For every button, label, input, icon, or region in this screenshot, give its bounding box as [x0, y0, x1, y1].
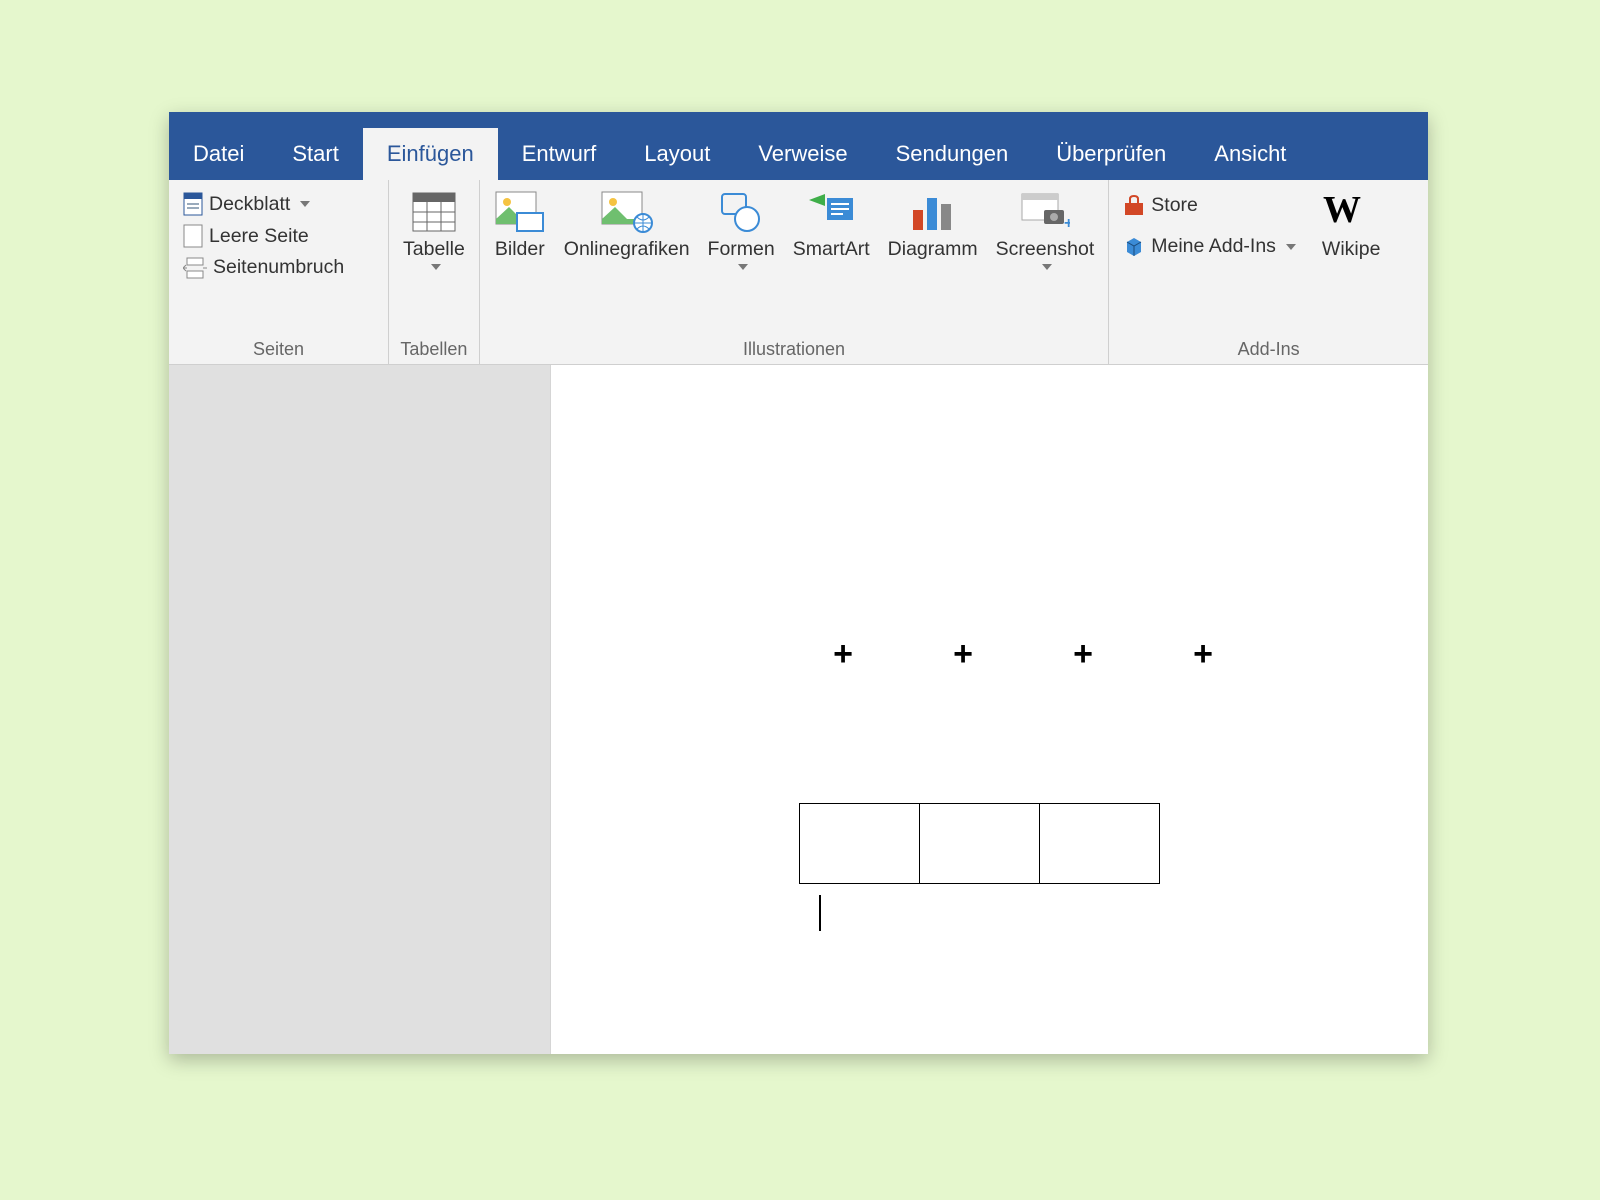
wikipedia-icon: W — [1323, 192, 1379, 232]
formen-label: Formen — [708, 238, 775, 260]
shapes-icon — [719, 191, 763, 233]
pictures-icon — [495, 191, 545, 233]
tab-layout[interactable]: Layout — [620, 128, 734, 180]
smartart-label: SmartArt — [793, 238, 870, 260]
bilder-label: Bilder — [495, 238, 545, 260]
smartart-icon — [807, 192, 855, 232]
ribbon-tabbar: Datei Start Einfügen Entwurf Layout Verw… — [169, 112, 1428, 180]
addins-icon — [1123, 236, 1145, 258]
svg-text:+: + — [1064, 215, 1070, 232]
seitenumbruch-button[interactable]: Seitenumbruch — [177, 254, 350, 281]
group-illustrationen: Bilder Onlinegrafiken Formen — [480, 180, 1109, 364]
document-area: + + + + — [169, 365, 1428, 1054]
tab-sendungen[interactable]: Sendungen — [872, 128, 1033, 180]
group-tabellen: Tabelle Tabellen — [389, 180, 480, 364]
wikipedia-button[interactable]: W Wikipe — [1316, 186, 1387, 262]
document-table[interactable] — [799, 803, 1160, 884]
plus-row: + + + + — [783, 635, 1263, 674]
chevron-down-icon — [1286, 244, 1296, 250]
leere-seite-label: Leere Seite — [209, 225, 309, 248]
blank-page-icon — [183, 224, 203, 248]
smartart-button[interactable]: SmartArt — [787, 186, 876, 272]
plus-mark: + — [903, 635, 1023, 674]
wikipedia-label: Wikipe — [1322, 238, 1381, 260]
group-tabellen-label: Tabellen — [397, 335, 471, 362]
word-window: Datei Start Einfügen Entwurf Layout Verw… — [169, 112, 1428, 1054]
store-label: Store — [1151, 194, 1198, 217]
tab-entwurf[interactable]: Entwurf — [498, 128, 621, 180]
chevron-down-icon — [300, 201, 310, 207]
leere-seite-button[interactable]: Leere Seite — [177, 222, 350, 250]
diagramm-label: Diagramm — [888, 238, 978, 260]
deckblatt-button[interactable]: Deckblatt — [177, 190, 350, 218]
tab-einfuegen[interactable]: Einfügen — [363, 128, 498, 180]
tab-verweise[interactable]: Verweise — [734, 128, 871, 180]
table-icon — [412, 192, 456, 232]
plus-mark: + — [1023, 635, 1143, 674]
online-pictures-icon — [601, 191, 653, 233]
svg-text:W: W — [1323, 192, 1361, 231]
store-button[interactable]: Store — [1117, 192, 1302, 219]
group-addins-label: Add-Ins — [1117, 335, 1420, 362]
chevron-down-icon — [738, 264, 748, 270]
meine-addins-label: Meine Add-Ins — [1151, 235, 1276, 258]
tab-start[interactable]: Start — [268, 128, 362, 180]
group-addins: Store Meine Add-Ins W Wikipe Add-Ins — [1109, 180, 1428, 364]
cover-page-icon — [183, 192, 203, 216]
deckblatt-label: Deckblatt — [209, 193, 290, 216]
screenshot-label: Screenshot — [996, 238, 1095, 260]
chevron-down-icon — [431, 264, 441, 270]
table-row — [800, 804, 1160, 884]
onlinegrafiken-label: Onlinegrafiken — [564, 238, 690, 260]
tab-ansicht[interactable]: Ansicht — [1190, 128, 1310, 180]
table-cell[interactable] — [920, 804, 1040, 884]
diagramm-button[interactable]: Diagramm — [882, 186, 984, 272]
screenshot-button[interactable]: + Screenshot — [990, 186, 1101, 272]
document-page[interactable]: + + + + — [551, 365, 1428, 1054]
seitenumbruch-label: Seitenumbruch — [213, 256, 344, 279]
screenshot-icon: + — [1020, 192, 1070, 232]
store-icon — [1123, 195, 1145, 217]
group-seiten-label: Seiten — [177, 335, 380, 362]
tabelle-label: Tabelle — [403, 238, 465, 260]
group-seiten: Deckblatt Leere Seite Seitenumbruch Seit… — [169, 180, 389, 364]
formen-button[interactable]: Formen — [702, 186, 781, 272]
tabelle-button[interactable]: Tabelle — [397, 186, 471, 272]
ribbon: Deckblatt Leere Seite Seitenumbruch Seit… — [169, 180, 1428, 365]
meine-addins-button[interactable]: Meine Add-Ins — [1117, 233, 1302, 260]
page-break-icon — [183, 257, 207, 279]
onlinegrafiken-button[interactable]: Onlinegrafiken — [558, 186, 696, 272]
group-illustrationen-label: Illustrationen — [488, 335, 1100, 362]
left-gutter — [169, 365, 551, 1054]
tab-datei[interactable]: Datei — [169, 128, 268, 180]
chart-icon — [911, 192, 955, 232]
plus-mark: + — [1143, 635, 1263, 674]
text-cursor — [819, 895, 821, 931]
plus-mark: + — [783, 635, 903, 674]
table-cell[interactable] — [1040, 804, 1160, 884]
tab-ueberpruefen[interactable]: Überprüfen — [1032, 128, 1190, 180]
chevron-down-icon — [1042, 264, 1052, 270]
table-cell[interactable] — [800, 804, 920, 884]
bilder-button[interactable]: Bilder — [488, 186, 552, 272]
